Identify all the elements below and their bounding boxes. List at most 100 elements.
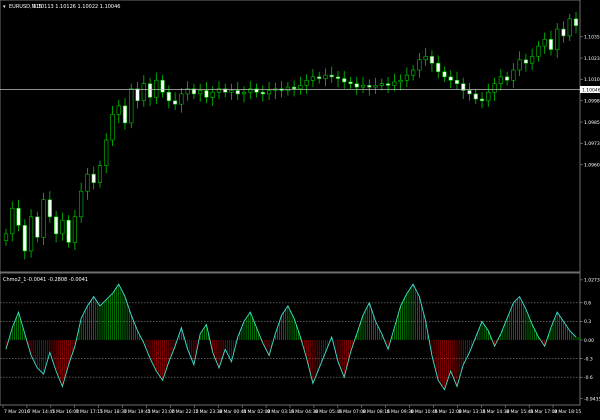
trading-chart[interactable]: ▾ EURUSD,M15 1.10113 1.10126 1.10022 1.1… [0, 0, 600, 420]
candle-body [204, 90, 209, 98]
candle-body [573, 18, 579, 26]
candle-body [16, 207, 21, 226]
price-tick-label: 1.09605 [584, 163, 600, 169]
candle-body [511, 69, 516, 81]
indicator-header-values: -0.0041 -0.2808 -0.0041 [27, 277, 88, 283]
candle-body [66, 219, 71, 243]
candle-body [423, 56, 428, 61]
candle-body [22, 225, 27, 252]
candle-body [3, 233, 9, 241]
price-tick-label: 1.10230 [584, 56, 600, 62]
candle-body [304, 79, 309, 86]
candle-body [436, 62, 441, 73]
candle-body [567, 18, 572, 37]
candle-body [467, 90, 472, 95]
candle-body [91, 173, 96, 183]
candle-body [28, 216, 34, 252]
candle-body [54, 216, 59, 235]
candle-body [329, 74, 334, 78]
candle-body [555, 28, 560, 50]
candle-body [292, 86, 297, 90]
price-tick-label: 1.10105 [584, 77, 600, 83]
candle-body [147, 83, 153, 98]
price-axis: 1.10355 1.10230 1.10105 1.09980 1.09855 1.097… [580, 35, 600, 169]
candle-body [473, 93, 478, 100]
candle-body [116, 105, 121, 115]
candle-body [379, 83, 384, 86]
indicator-tick-label: 0.6 [584, 301, 591, 307]
candle-body [342, 78, 347, 83]
candle-body [129, 88, 134, 124]
candle-body [110, 114, 115, 141]
candle-body [373, 85, 378, 88]
candle-body [348, 81, 353, 84]
candle-body [241, 91, 247, 95]
candle-body [454, 79, 460, 84]
candle-body [504, 76, 510, 81]
candle-body [548, 39, 554, 50]
candle-body [104, 139, 109, 166]
price-tick-label: 1.09980 [584, 99, 600, 105]
price-tick-label: 1.10355 [584, 35, 600, 41]
candle-body [411, 69, 416, 76]
indicator-histogram [5, 284, 581, 390]
candle-body [536, 45, 541, 57]
candle-body [530, 56, 535, 64]
candle-body [160, 79, 165, 93]
candle-body [523, 59, 528, 64]
price-tick-label: 1.09855 [584, 120, 600, 126]
candle-body [417, 59, 422, 71]
candle-body [498, 76, 503, 84]
candle-body [517, 59, 522, 71]
indicator-tick-label: 0.00 [584, 338, 594, 344]
candle-body [141, 83, 146, 102]
candle-body [122, 105, 128, 124]
candle-body [354, 83, 359, 88]
candle-body [210, 91, 215, 98]
candle-body [60, 219, 65, 235]
time-tick-label: 7 Mar 2016 [4, 409, 30, 415]
candle-body [154, 79, 159, 98]
candle-body [285, 86, 290, 91]
candle-body [442, 71, 447, 78]
candle-body [360, 85, 366, 88]
candle-body [429, 56, 435, 64]
candle-body [310, 76, 316, 81]
current-price-label: 1.10046 [582, 87, 600, 93]
candle-body [41, 199, 46, 238]
candle-body [492, 83, 497, 93]
candle-body [166, 91, 171, 102]
candle-body [317, 76, 322, 79]
main-header-ohlc: 1.10113 1.10126 1.10022 1.10046 [33, 4, 120, 10]
time-axis: 7 Mar 20167 Mar 14:457 Mar 16:007 Mar 17… [2, 405, 581, 415]
main-chart-frame [0, 0, 581, 273]
indicator-tick-label: 0.3 [584, 319, 591, 325]
candle-body [561, 28, 566, 37]
candle-body [298, 85, 303, 90]
candle-body [266, 90, 272, 95]
price-tick-label: 1.09730 [584, 141, 600, 147]
indicator-tick-label: -0.3 [584, 356, 593, 362]
time-tick-label: 8 Mar 18:15 [554, 409, 581, 415]
candle-body [179, 93, 184, 105]
candle-body [235, 90, 240, 95]
candle-body [335, 76, 341, 79]
indicator-header-name: Chmo2_1 [3, 277, 26, 283]
candle-body [229, 90, 234, 93]
indicator-tick-label: 1.0273 [584, 278, 600, 284]
indicator-axis: 1.0273 0.6 0.3 0.00 -0.3 -0.6 -0.9435 [580, 278, 600, 402]
candle-body [398, 79, 403, 83]
candle-body [97, 165, 103, 183]
candle-body [173, 100, 178, 105]
candle-body [404, 74, 409, 81]
candle-body [260, 91, 265, 95]
candle-body [385, 83, 391, 86]
candle-body [10, 207, 15, 235]
candle-body [392, 81, 397, 86]
candle-body [486, 91, 491, 102]
candle-body [47, 199, 52, 218]
candles-layer [3, 12, 579, 260]
candle-body [35, 216, 40, 238]
candle-body [448, 76, 453, 81]
candle-body [479, 98, 485, 102]
